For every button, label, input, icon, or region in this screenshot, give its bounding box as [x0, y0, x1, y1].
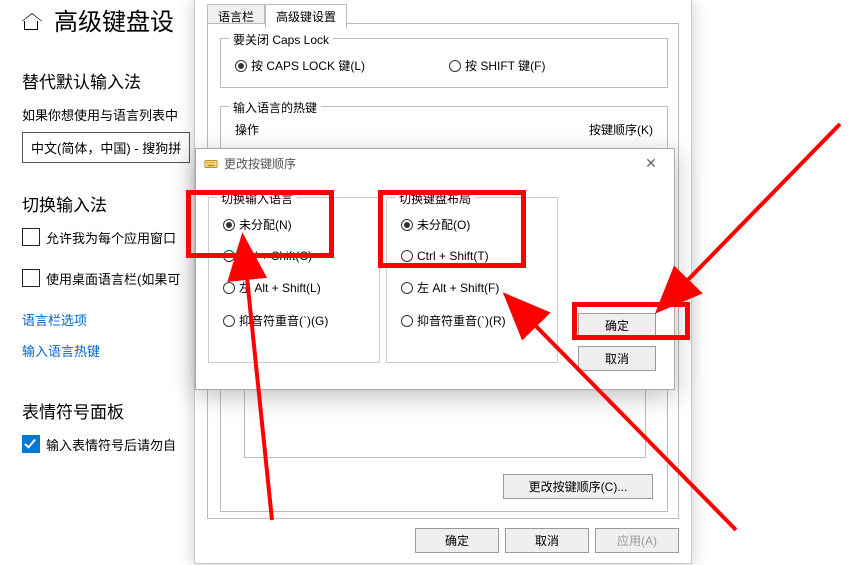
cb-per-app-row[interactable]: 允许我为每个应用窗口: [22, 228, 192, 247]
radio-unselected-icon[interactable]: [223, 282, 235, 294]
group-capslock: 要关闭 Caps Lock 按 CAPS LOCK 键(L) 按 SHIFT 键…: [220, 38, 668, 88]
radio-unselected-icon[interactable]: [449, 60, 461, 72]
cb-desktop-langbar-label: 使用桌面语言栏(如果可: [46, 269, 180, 288]
radio-layout-unassigned[interactable]: 未分配(O): [401, 216, 506, 233]
radio-layout-ctrl-shift[interactable]: Ctrl + Shift(T): [401, 249, 506, 263]
keyboard-layout-radios: 未分配(O) Ctrl + Shift(T) 左 Alt + Shift(F) …: [401, 216, 506, 329]
radio-input-ctrl-shift-label: Ctrl + Shift(C): [239, 249, 312, 263]
dialog-bottom-buttons: 确定 取消 应用(A): [415, 528, 679, 553]
radio-input-unassigned[interactable]: 未分配(N): [223, 216, 328, 233]
checkbox-checked-icon[interactable]: [22, 435, 40, 453]
radio-layout-grave-label: 抑音符重音(`)(R): [417, 312, 506, 329]
col-action: 操作: [235, 121, 259, 138]
cb-per-app-label: 允许我为每个应用窗口: [46, 228, 176, 247]
keyboard-icon: [204, 157, 218, 171]
radio-layout-alt-shift[interactable]: 左 Alt + Shift(F): [401, 279, 506, 296]
group-hotkeys-title: 输入语言的热键: [229, 99, 321, 116]
switch-keyboard-layout-title: 切换键盘布局: [395, 190, 475, 207]
home-icon[interactable]: [24, 14, 42, 32]
close-button[interactable]: ✕: [636, 155, 666, 172]
change-sequence-button[interactable]: 更改按键顺序(C)...: [503, 474, 653, 499]
group-switch-keyboard-layout: 切换键盘布局 未分配(O) Ctrl + Shift(T) 左 Alt + Sh…: [386, 197, 558, 363]
radio-input-unassigned-label: 未分配(N): [239, 216, 292, 233]
radio-shift-key[interactable]: 按 SHIFT 键(F): [449, 57, 545, 74]
ok-button[interactable]: 确定: [578, 313, 656, 338]
radio-selected-icon[interactable]: [235, 60, 247, 72]
radio-layout-alt-shift-label: 左 Alt + Shift(F): [417, 279, 499, 296]
col-keys: 按键顺序(K): [589, 121, 653, 138]
input-language-radios: 未分配(N) Ctrl + Shift(C) 左 Alt + Shift(L) …: [223, 216, 328, 329]
cb-emoji-label: 输入表情符号后请勿自: [46, 435, 176, 454]
radio-unselected-icon[interactable]: [401, 250, 413, 262]
tab-advanced-keys[interactable]: 高级键设置: [265, 4, 347, 29]
dialog-titlebar: 更改按键顺序 ✕: [196, 149, 674, 178]
checkbox-unchecked-icon[interactable]: [22, 228, 40, 246]
default-ime-select[interactable]: 中文(简体，中国) - 搜狗拼: [22, 132, 190, 163]
radio-layout-unassigned-label: 未分配(O): [417, 216, 470, 233]
cancel-button[interactable]: 取消: [578, 346, 656, 371]
close-icon: ✕: [645, 155, 657, 171]
section-replace-heading: 替代默认输入法: [22, 68, 192, 93]
switch-input-language-title: 切换输入语言: [217, 190, 297, 207]
radio-layout-ctrl-shift-label: Ctrl + Shift(T): [417, 249, 489, 263]
change-key-sequence-dialog: 更改按键顺序 ✕ 切换输入语言 未分配(N) Ctrl + Shift(C) 左…: [195, 148, 675, 390]
radio-unselected-icon[interactable]: [223, 250, 235, 262]
apply-button[interactable]: 应用(A): [595, 528, 679, 553]
radio-capslock-key[interactable]: 按 CAPS LOCK 键(L): [235, 57, 365, 74]
radio-unselected-icon[interactable]: [401, 282, 413, 294]
dialog-action-buttons: 确定 取消: [578, 313, 656, 371]
left-column: 替代默认输入法 如果你想使用与语言列表中 中文(简体，中国) - 搜狗拼 切换输…: [22, 68, 192, 476]
radio-layout-grave[interactable]: 抑音符重音(`)(R): [401, 312, 506, 329]
radio-selected-icon[interactable]: [223, 219, 235, 231]
change-seq-btn-wrap: 更改按键顺序(C)...: [503, 474, 653, 499]
radio-input-alt-shift-label: 左 Alt + Shift(L): [239, 279, 321, 296]
radio-input-alt-shift[interactable]: 左 Alt + Shift(L): [223, 279, 328, 296]
cb-emoji-row[interactable]: 输入表情符号后请勿自: [22, 435, 192, 454]
radio-input-grave[interactable]: 抑音符重音(`)(G): [223, 312, 328, 329]
radio-unselected-icon[interactable]: [223, 315, 235, 327]
radio-capslock-key-label: 按 CAPS LOCK 键(L): [251, 57, 365, 74]
link-langbar-options[interactable]: 语言栏选项: [22, 310, 192, 329]
radio-input-ctrl-shift[interactable]: Ctrl + Shift(C): [223, 249, 328, 263]
cancel-button[interactable]: 取消: [505, 528, 589, 553]
link-input-hotkeys[interactable]: 输入语言热键: [22, 341, 192, 360]
cb-desktop-langbar-row[interactable]: 使用桌面语言栏(如果可: [22, 269, 192, 288]
checkbox-unchecked-icon[interactable]: [22, 269, 40, 287]
page-title: 高级键盘设: [54, 2, 174, 37]
radio-input-grave-label: 抑音符重音(`)(G): [239, 312, 328, 329]
replace-desc: 如果你想使用与语言列表中: [22, 105, 192, 124]
radio-shift-key-label: 按 SHIFT 键(F): [465, 57, 545, 74]
radio-selected-icon[interactable]: [401, 219, 413, 231]
group-switch-input-language: 切换输入语言 未分配(N) Ctrl + Shift(C) 左 Alt + Sh…: [208, 197, 380, 363]
dialog-title: 更改按键顺序: [224, 155, 296, 172]
radio-unselected-icon[interactable]: [401, 315, 413, 327]
section-emoji-heading: 表情符号面板: [22, 398, 192, 423]
group-capslock-title: 要关闭 Caps Lock: [229, 31, 333, 48]
section-switch-heading: 切换输入法: [22, 191, 192, 216]
ok-button[interactable]: 确定: [415, 528, 499, 553]
